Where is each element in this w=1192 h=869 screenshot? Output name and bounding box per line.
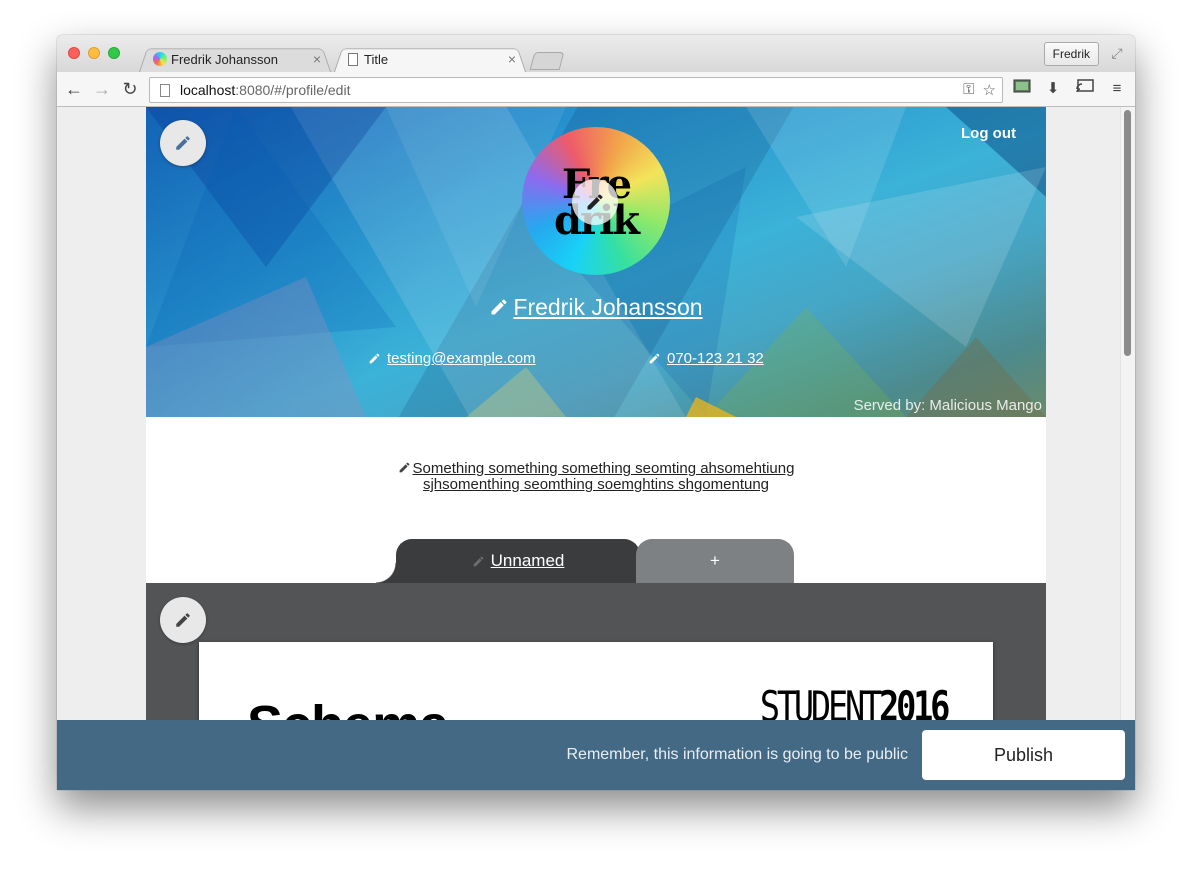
- phone-text: 070-123 21 32: [667, 350, 764, 367]
- bookmark-star-icon[interactable]: ☆: [983, 81, 996, 99]
- extension-icon[interactable]: [1012, 79, 1032, 99]
- new-tab-button[interactable]: [529, 52, 565, 70]
- fullscreen-icon[interactable]: ⤢: [1109, 45, 1125, 61]
- pencil-icon: [473, 556, 484, 566]
- page-icon: [160, 83, 170, 97]
- profile-button[interactable]: Fredrik: [1043, 42, 1099, 66]
- key-icon[interactable]: ⚿: [963, 81, 974, 99]
- window-close-button[interactable]: [68, 47, 80, 59]
- profile-tabs: Unnamed +: [146, 539, 1046, 583]
- pencil-icon: [649, 353, 660, 364]
- tab-unnamed[interactable]: Unnamed: [376, 539, 640, 583]
- edit-schedule-button[interactable]: [160, 597, 206, 643]
- scrollbar-thumb[interactable]: [1124, 110, 1131, 356]
- page-scrollbar[interactable]: [1120, 107, 1135, 790]
- title-bar: Fredrik Johansson × Title × Fredrik ⤢: [57, 35, 1135, 72]
- page-viewport: Log out Fre drik Fredrik Johansson testi: [57, 107, 1135, 790]
- description-line-1: Something something something seomting a…: [412, 460, 795, 477]
- forward-button[interactable]: →: [91, 78, 113, 100]
- pencil-icon: [176, 136, 190, 150]
- served-by-label: Served by: Malicious Mango: [853, 397, 1042, 414]
- menu-icon[interactable]: ≡: [1107, 79, 1127, 99]
- site-favicon-icon: [153, 52, 167, 66]
- browser-tab-title[interactable]: Title ×: [334, 46, 526, 72]
- profile-header: Log out Fre drik Fredrik Johansson testi: [146, 107, 1046, 417]
- browser-tab-profile[interactable]: Fredrik Johansson ×: [139, 46, 331, 72]
- email-field[interactable]: testing@example.com: [368, 350, 536, 367]
- logout-link[interactable]: Log out: [961, 125, 1016, 142]
- reload-button[interactable]: ↻: [119, 78, 141, 100]
- tab-label: Unnamed: [490, 551, 565, 570]
- page-icon: [348, 52, 358, 66]
- pencil-icon: [491, 299, 507, 315]
- url-host: localhost: [180, 82, 236, 98]
- profile-page: Log out Fre drik Fredrik Johansson testi: [146, 107, 1046, 790]
- address-bar[interactable]: localhost:8080/#/profile/edit ⚿ ☆: [149, 77, 1003, 103]
- tab-title: Fredrik Johansson: [171, 51, 278, 67]
- edit-header-button[interactable]: [160, 120, 206, 166]
- window-maximize-button[interactable]: [108, 47, 120, 59]
- browser-toolbar: ← → ↻ localhost:8080/#/profile/edit ⚿ ☆ …: [57, 72, 1135, 107]
- public-notice: Remember, this information is going to b…: [566, 746, 908, 763]
- url-path: :8080/#/profile/edit: [235, 82, 351, 98]
- pencil-icon: [369, 353, 380, 364]
- edit-avatar-button[interactable]: [572, 179, 618, 225]
- tab-title: Title: [364, 51, 389, 67]
- description-line-2: sjhsomenthing seomthing soemghtins shgom…: [422, 476, 770, 493]
- add-tab-button[interactable]: +: [636, 539, 794, 583]
- profile-name[interactable]: Fredrik Johansson: [146, 294, 1046, 321]
- profile-description[interactable]: Something something something seomting a…: [146, 461, 1046, 493]
- publish-button[interactable]: Publish: [922, 730, 1125, 780]
- window-minimize-button[interactable]: [88, 47, 100, 59]
- profile-name-text: Fredrik Johansson: [513, 294, 703, 320]
- pencil-icon: [399, 462, 409, 473]
- pencil-icon: [587, 194, 603, 210]
- tab-close-icon[interactable]: ×: [508, 51, 516, 67]
- back-button[interactable]: ←: [63, 78, 85, 100]
- download-icon[interactable]: ⬇: [1043, 79, 1063, 99]
- cast-icon[interactable]: [1075, 79, 1095, 99]
- email-text: testing@example.com: [387, 350, 536, 367]
- browser-window: Fredrik Johansson × Title × Fredrik ⤢ ← …: [57, 35, 1135, 790]
- avatar[interactable]: Fre drik: [522, 127, 670, 275]
- publish-bar: Remember, this information is going to b…: [57, 720, 1135, 790]
- tab-close-icon[interactable]: ×: [313, 51, 321, 67]
- phone-field[interactable]: 070-123 21 32: [648, 350, 764, 367]
- pencil-icon: [176, 613, 190, 627]
